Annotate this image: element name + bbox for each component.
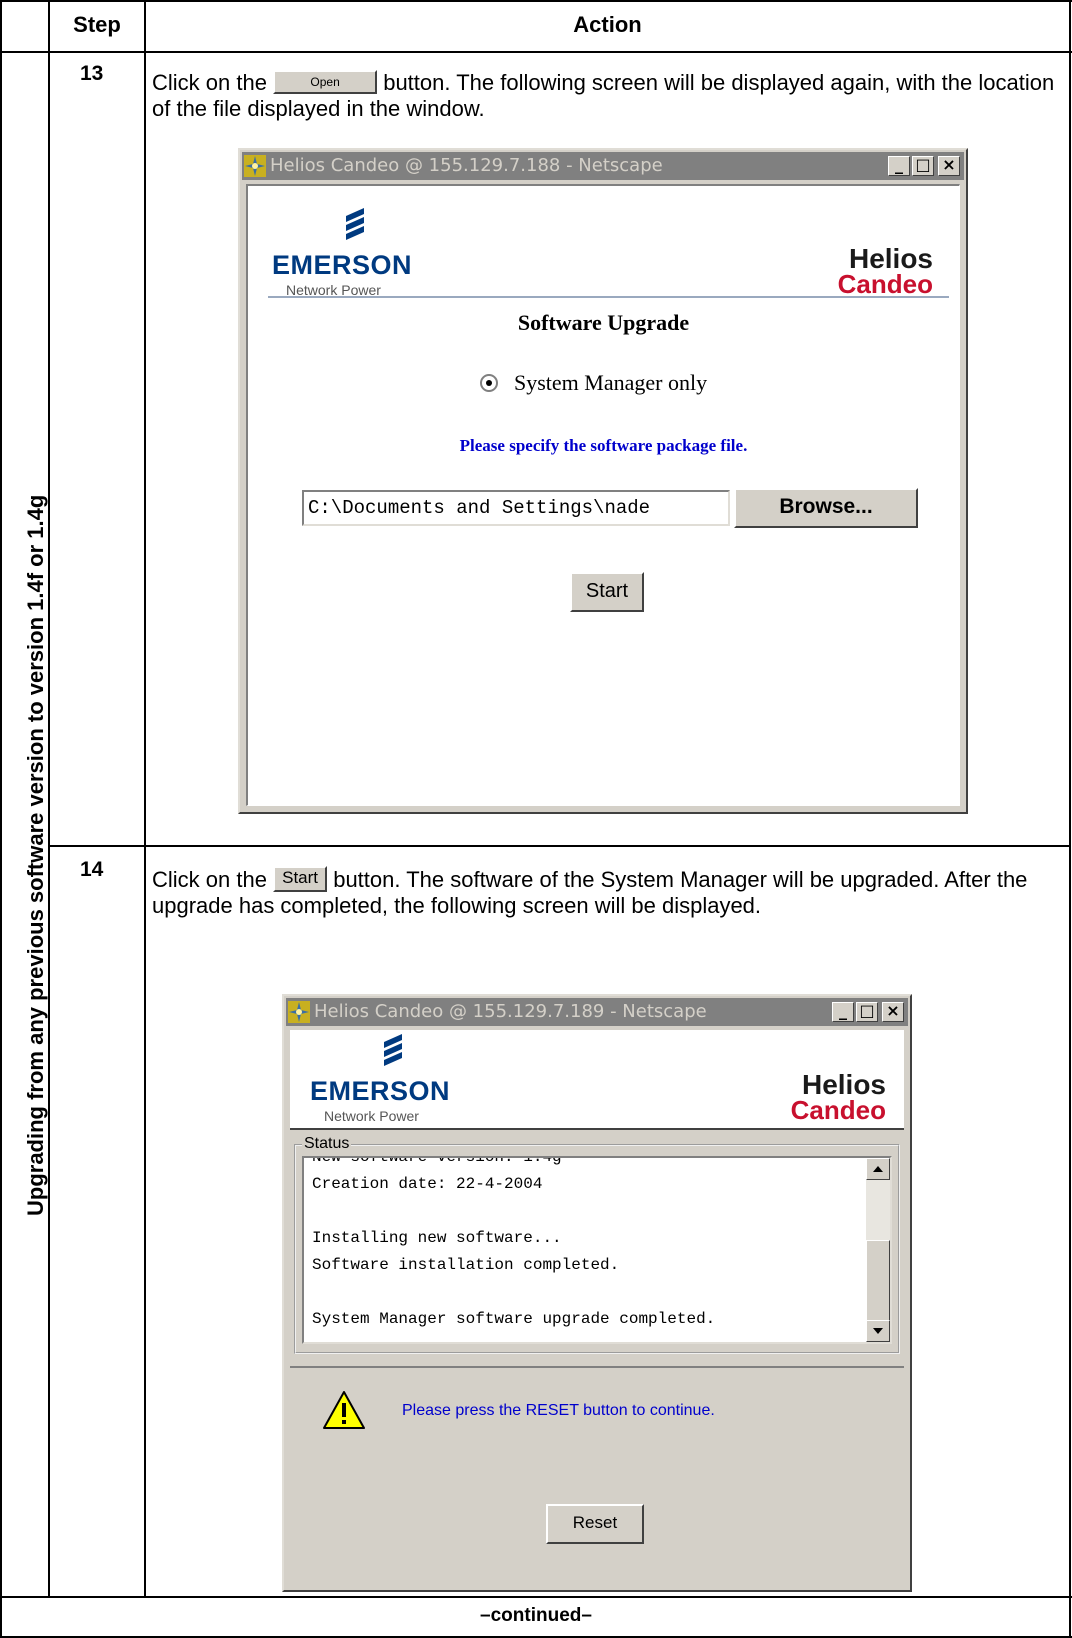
candeo-wordmark: Candeo <box>837 269 933 299</box>
step-number-14: 14 <box>80 858 104 881</box>
table-border-right <box>1069 0 1071 1638</box>
start-button[interactable]: Start <box>570 572 644 612</box>
prompt-text: Please specify the software package file… <box>459 436 748 455</box>
helios-candeo-logo: Helios Candeo <box>766 1071 886 1125</box>
row-divider-13-14 <box>48 845 1070 847</box>
browse-button[interactable]: Browse... <box>734 488 918 528</box>
arrow-up-icon <box>873 1166 883 1172</box>
section-label: Upgrading from any previous software ver… <box>23 494 48 1216</box>
maximize-button[interactable]: □ <box>912 156 934 176</box>
netscape-window-upgrade: Helios Candeo @ 155.129.7.188 - Netscape… <box>238 148 968 814</box>
emerson-tagline: Network Power <box>324 1108 419 1124</box>
header-step: Step <box>73 12 121 37</box>
scroll-up-button[interactable] <box>866 1158 890 1180</box>
file-path-input[interactable] <box>302 490 730 526</box>
status-line: System Manager software upgrade complete… <box>312 1310 716 1328</box>
step13-instruction: Click on the Open button. The following … <box>152 70 1057 122</box>
netscape-icon <box>244 155 266 177</box>
section-label-wrap: Upgrading from any previous software ver… <box>22 495 70 1264</box>
window-title: Helios Candeo @ 155.129.7.188 - Netscape <box>270 155 663 176</box>
footer-divider <box>0 1596 1072 1598</box>
step-number-13: 13 <box>80 62 104 85</box>
maximize-button[interactable]: □ <box>856 1002 878 1022</box>
emerson-wordmark: EMERSON <box>310 1076 451 1106</box>
status-line: Creation date: 22-4-2004 <box>312 1175 543 1193</box>
emerson-logo-icon <box>384 1034 402 1066</box>
window-content: EMERSON Network Power Helios Candeo Soft… <box>246 184 960 806</box>
arrow-down-icon <box>873 1328 883 1334</box>
status-legend: Status <box>302 1135 352 1153</box>
logo-banner: EMERSON Network Power Helios Candeo <box>290 1030 904 1130</box>
warning-panel: Please press the RESET button to continu… <box>290 1366 904 1584</box>
table-border-top <box>0 0 1072 2</box>
status-line <box>312 1198 860 1225</box>
table-border-left <box>0 0 2 1638</box>
status-line <box>312 1279 860 1306</box>
close-button[interactable]: × <box>882 1002 904 1022</box>
status-groupbox: Status New software version: 1.4g Creati… <box>294 1135 900 1354</box>
emerson-logo: EMERSON Network Power <box>272 206 472 306</box>
header-divider <box>0 51 1072 53</box>
status-line: Software installation completed. <box>312 1256 620 1274</box>
helios-candeo-logo: Helios Candeo <box>813 245 933 299</box>
window-titlebar: Helios Candeo @ 155.129.7.188 - Netscape… <box>242 152 964 180</box>
warning-icon <box>323 1391 365 1429</box>
status-text: New software version: 1.4g Creation date… <box>312 1156 860 1333</box>
inline-open-button: Open <box>273 70 378 94</box>
minimize-button[interactable]: _ <box>832 1002 854 1022</box>
emerson-wordmark: EMERSON <box>272 250 413 280</box>
emerson-logo-icon <box>346 208 364 240</box>
window-title-2: Helios Candeo @ 155.129.7.189 - Netscape <box>314 1001 707 1022</box>
netscape-icon <box>288 1001 310 1023</box>
status-line: New software version: 1.4g <box>312 1156 562 1166</box>
page-heading: Software Upgrade <box>517 310 690 335</box>
radio-button-selected[interactable] <box>480 374 498 392</box>
close-button[interactable]: × <box>938 156 960 176</box>
vertical-scrollbar[interactable] <box>866 1158 890 1342</box>
window-titlebar-2: Helios Candeo @ 155.129.7.189 - Netscape… <box>286 998 908 1026</box>
header-action: Action <box>573 12 642 37</box>
radio-label: System Manager only <box>514 370 708 395</box>
minimize-button[interactable]: _ <box>888 156 910 176</box>
scroll-down-button[interactable] <box>866 1320 890 1342</box>
step14-instruction: Click on the Start button. The software … <box>152 866 1057 919</box>
reset-button[interactable]: Reset <box>546 1504 644 1544</box>
step14-text-before: Click on the <box>152 867 267 892</box>
netscape-window-status: Helios Candeo @ 155.129.7.189 - Netscape… <box>282 994 912 1592</box>
header-rule <box>268 296 949 298</box>
emerson-logo: EMERSON Network Power <box>310 1032 510 1128</box>
status-line: Installing new software... <box>312 1229 562 1247</box>
step13-text-before: Click on the <box>152 70 267 95</box>
col-divider-2 <box>144 0 146 1596</box>
status-log: New software version: 1.4g Creation date… <box>302 1156 892 1344</box>
warning-message: Please press the RESET button to continu… <box>402 1402 715 1419</box>
inline-start-button: Start <box>273 866 328 892</box>
candeo-wordmark: Candeo <box>790 1095 886 1125</box>
footer-continued: –continued– <box>480 1605 592 1626</box>
